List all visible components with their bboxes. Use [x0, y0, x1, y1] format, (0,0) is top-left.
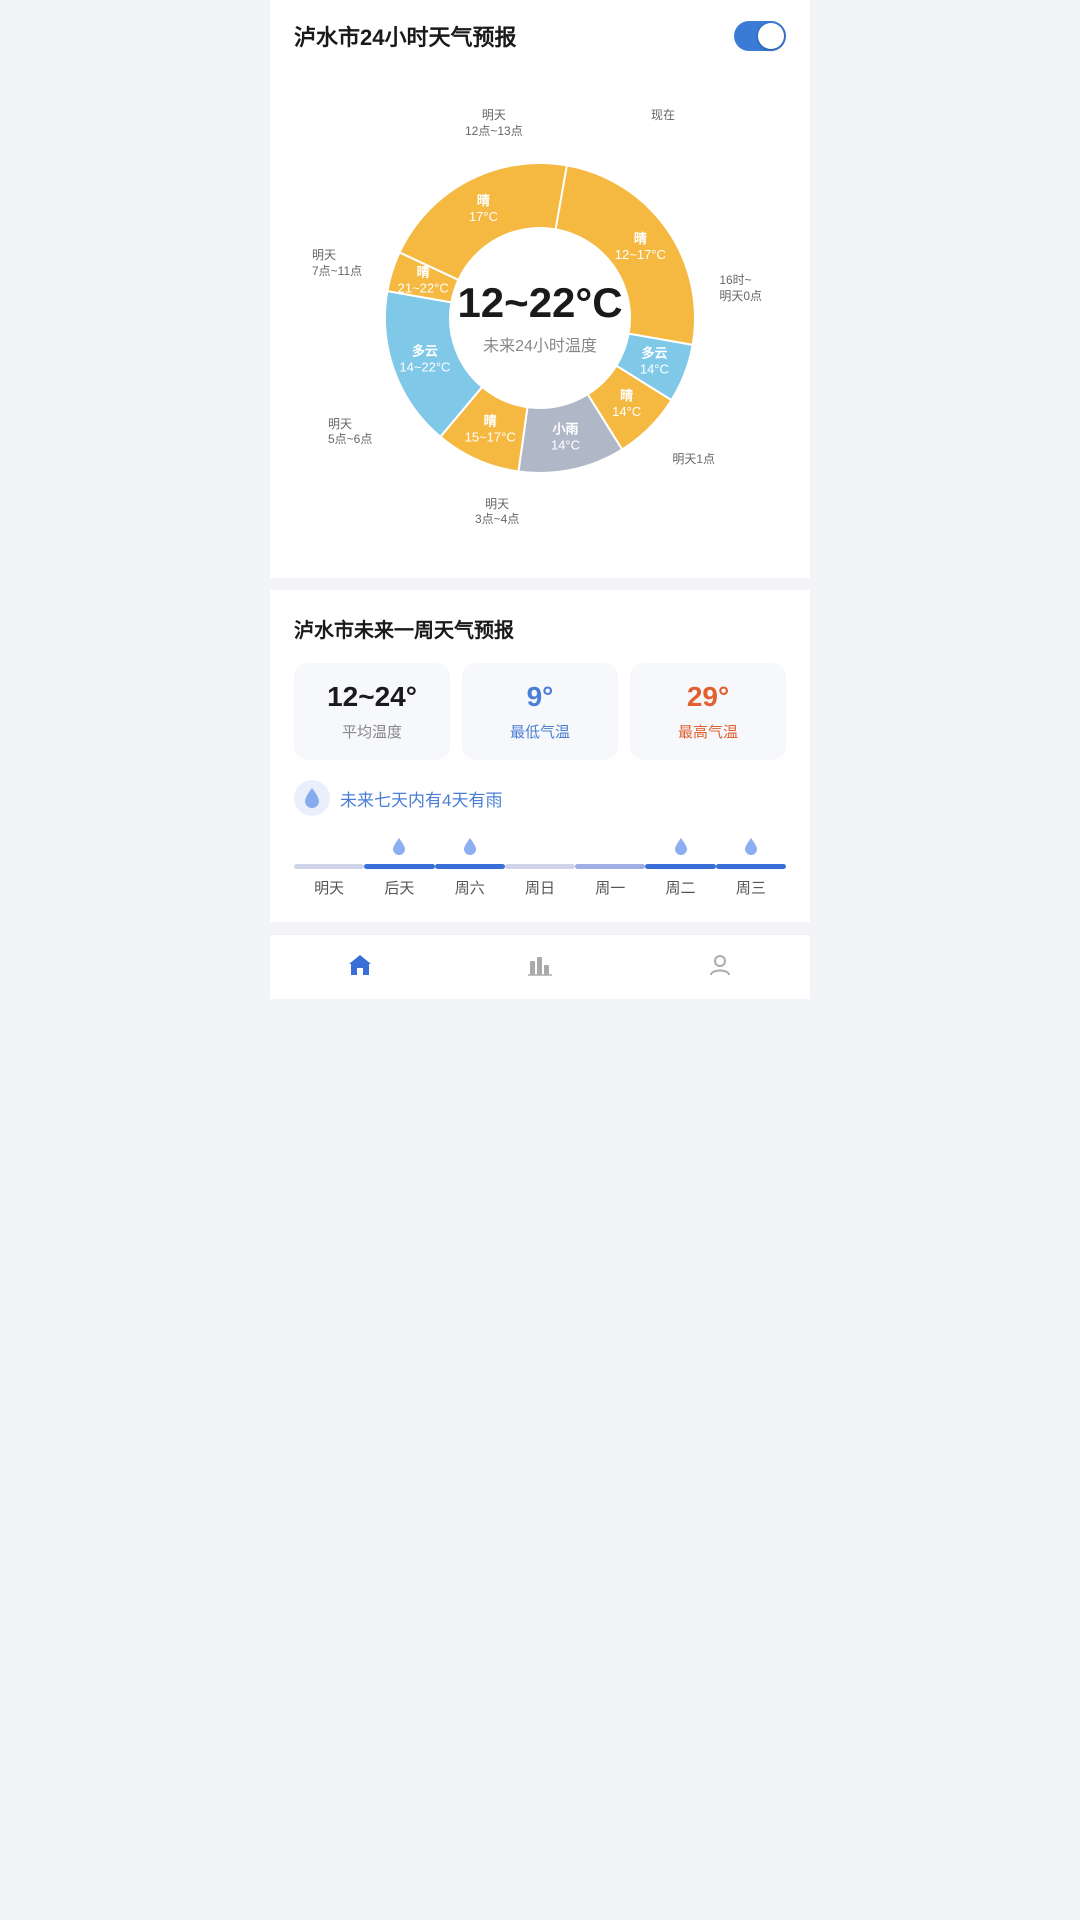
day-name: 明天: [314, 877, 344, 898]
day-name: 周六: [455, 877, 485, 898]
rain-text: 未来七天内有4天有雨: [340, 786, 502, 811]
donut-center: 12~22°C 未来24小时温度: [457, 280, 622, 356]
day-name: 周二: [666, 877, 696, 898]
day-bar: [364, 864, 434, 869]
day-forecast-item: 周三: [716, 836, 786, 898]
rain-info-row: 未来七天内有4天有雨: [294, 780, 786, 816]
day-rain-icon: [743, 836, 759, 858]
day-bar: [716, 864, 786, 869]
label-tomorrow-12: 明天 12点~13点: [465, 108, 523, 139]
donut-section: 晴17°C晴12~17°C多云14°C晴14°C小雨14°C晴15~17°C多云…: [270, 68, 810, 578]
avg-temp-card: 12~24° 平均温度: [294, 663, 450, 760]
donut-sublabel: 未来24小时温度: [457, 332, 622, 356]
day-rain-icon: [462, 836, 478, 858]
day-name: 周三: [736, 877, 766, 898]
user-icon: [704, 949, 736, 981]
day-name: 后天: [384, 877, 414, 898]
bottom-nav: [270, 934, 810, 999]
label-now: 现在: [651, 108, 675, 124]
day-bar: [435, 864, 505, 869]
day-forecast-item: 后天: [364, 836, 434, 898]
min-temp-value: 9°: [474, 681, 606, 713]
label-tomorrow-3: 明天 3点~4点: [475, 497, 519, 528]
nav-home[interactable]: [344, 949, 376, 981]
days-forecast-row: 明天 后天 周六 周日 周一 周二 周三: [294, 836, 786, 898]
day-rain-icon: [391, 836, 407, 858]
day-forecast-item: 周一: [575, 836, 645, 898]
day-rain-icon: [673, 836, 689, 858]
min-temp-label: 最低气温: [474, 721, 606, 742]
rain-icon-circle: [294, 780, 330, 816]
donut-temp: 12~22°C: [457, 280, 622, 326]
label-tomorrow-1: 明天1点: [672, 452, 715, 468]
weekly-title: 泸水市未来一周天气预报: [294, 614, 786, 643]
day-bar: [294, 864, 364, 869]
day-bar: [505, 864, 575, 869]
day-forecast-item: 周六: [435, 836, 505, 898]
max-temp-label: 最高气温: [642, 721, 774, 742]
day-forecast-item: 周二: [645, 836, 715, 898]
donut-chart: 晴17°C晴12~17°C多云14°C晴14°C小雨14°C晴15~17°C多云…: [310, 88, 770, 548]
max-temp-value: 29°: [642, 681, 774, 713]
max-temp-card: 29° 最高气温: [630, 663, 786, 760]
nav-user[interactable]: [704, 949, 736, 981]
header: 泸水市24小时天气预报: [270, 0, 810, 68]
toggle-knob: [758, 23, 784, 49]
day-forecast-item: 明天: [294, 836, 364, 898]
weekly-section: 泸水市未来一周天气预报 12~24° 平均温度 9° 最低气温 29° 最高气温…: [270, 590, 810, 922]
home-icon: [344, 949, 376, 981]
label-tomorrow-5: 明天 5点~6点: [328, 417, 372, 448]
rain-drop-icon: [303, 787, 321, 809]
stats-row: 12~24° 平均温度 9° 最低气温 29° 最高气温: [294, 663, 786, 760]
chart-icon: [524, 949, 556, 981]
day-name: 周日: [525, 877, 555, 898]
min-temp-card: 9° 最低气温: [462, 663, 618, 760]
day-name: 周一: [595, 877, 625, 898]
nav-chart[interactable]: [524, 949, 556, 981]
day-bar: [575, 864, 645, 869]
label-16: 16时~ 明天0点: [719, 273, 762, 304]
page-title: 泸水市24小时天气预报: [294, 20, 516, 52]
day-forecast-item: 周日: [505, 836, 575, 898]
avg-temp-value: 12~24°: [306, 681, 438, 713]
day-bar: [645, 864, 715, 869]
toggle-switch[interactable]: [734, 21, 786, 51]
label-tomorrow-7: 明天 7点~11点: [312, 248, 362, 279]
avg-temp-label: 平均温度: [306, 721, 438, 742]
